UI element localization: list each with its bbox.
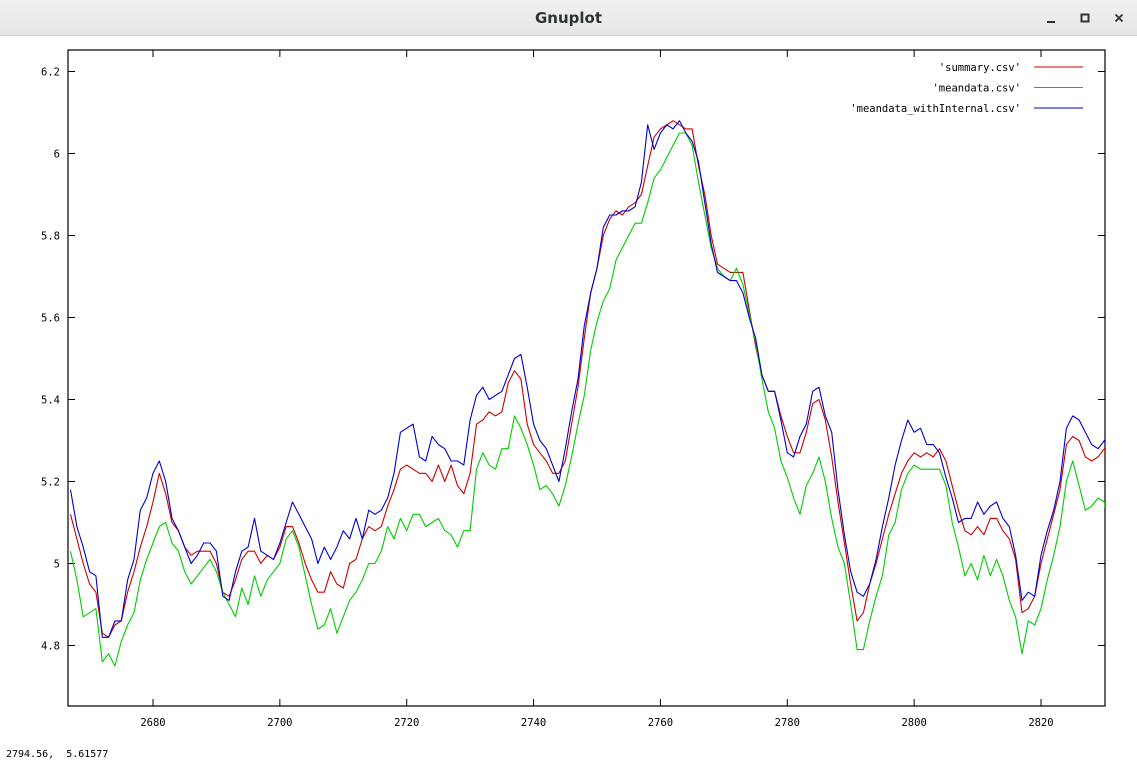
plot-canvas[interactable]: 4.8 5 5.2 5.4 5.6 5.8 6 6.2 2680 2700 2720 2740 2760… bbox=[0, 37, 1137, 741]
y-tick-label: 5.2 bbox=[41, 477, 60, 489]
series-line-1 bbox=[69, 120, 1105, 638]
mouse-coordinates: 2794.56, 5.61577 bbox=[6, 749, 109, 760]
status-bar: 2794.56, 5.61577 bbox=[0, 744, 1137, 762]
y-tick-label: 4.8 bbox=[41, 641, 60, 653]
window-title: Gnuplot bbox=[534, 9, 603, 27]
legend-label: 'summary.csv' bbox=[939, 62, 1021, 74]
x-tick-label: 2780 bbox=[775, 717, 800, 729]
x-tick-label: 2760 bbox=[648, 717, 673, 729]
title-bar[interactable]: Gnuplot bbox=[0, 0, 1137, 36]
series-line-3 bbox=[69, 120, 1105, 638]
line-chart[interactable]: 4.8 5 5.2 5.4 5.6 5.8 6 6.2 2680 2700 2720 2740 2760… bbox=[0, 37, 1137, 741]
y-tick-label: 5.8 bbox=[41, 231, 60, 243]
x-tick-label: 2720 bbox=[394, 717, 419, 729]
x-tick-label: 2820 bbox=[1028, 717, 1053, 729]
series-line-2 bbox=[69, 132, 1105, 667]
maximize-button[interactable] bbox=[1073, 6, 1097, 30]
maximize-icon bbox=[1080, 13, 1090, 23]
close-icon bbox=[1114, 13, 1124, 23]
y-tick-label: 5.4 bbox=[41, 395, 60, 407]
y-tick-label: 5 bbox=[54, 559, 60, 571]
minimize-button[interactable] bbox=[1039, 6, 1063, 30]
close-button[interactable] bbox=[1107, 6, 1131, 30]
legend-label: 'meandata.csv' bbox=[932, 83, 1021, 95]
y-tick-label: 6.2 bbox=[41, 67, 60, 79]
x-tick-label: 2800 bbox=[901, 717, 926, 729]
x-tick-label: 2740 bbox=[521, 717, 546, 729]
y-tick-label: 6 bbox=[54, 149, 60, 161]
x-tick-label: 2700 bbox=[267, 717, 292, 729]
y-tick-label: 5.6 bbox=[41, 313, 60, 325]
x-tick-label: 2680 bbox=[140, 717, 165, 729]
legend-label: 'meandata_withInternal.csv' bbox=[850, 103, 1021, 115]
gnuplot-window: Gnuplot 4.8 5 5.2 5.4 5.6 5.8 6 6.2 2680 2700 2720… bbox=[0, 0, 1137, 762]
minimize-icon bbox=[1047, 21, 1055, 23]
